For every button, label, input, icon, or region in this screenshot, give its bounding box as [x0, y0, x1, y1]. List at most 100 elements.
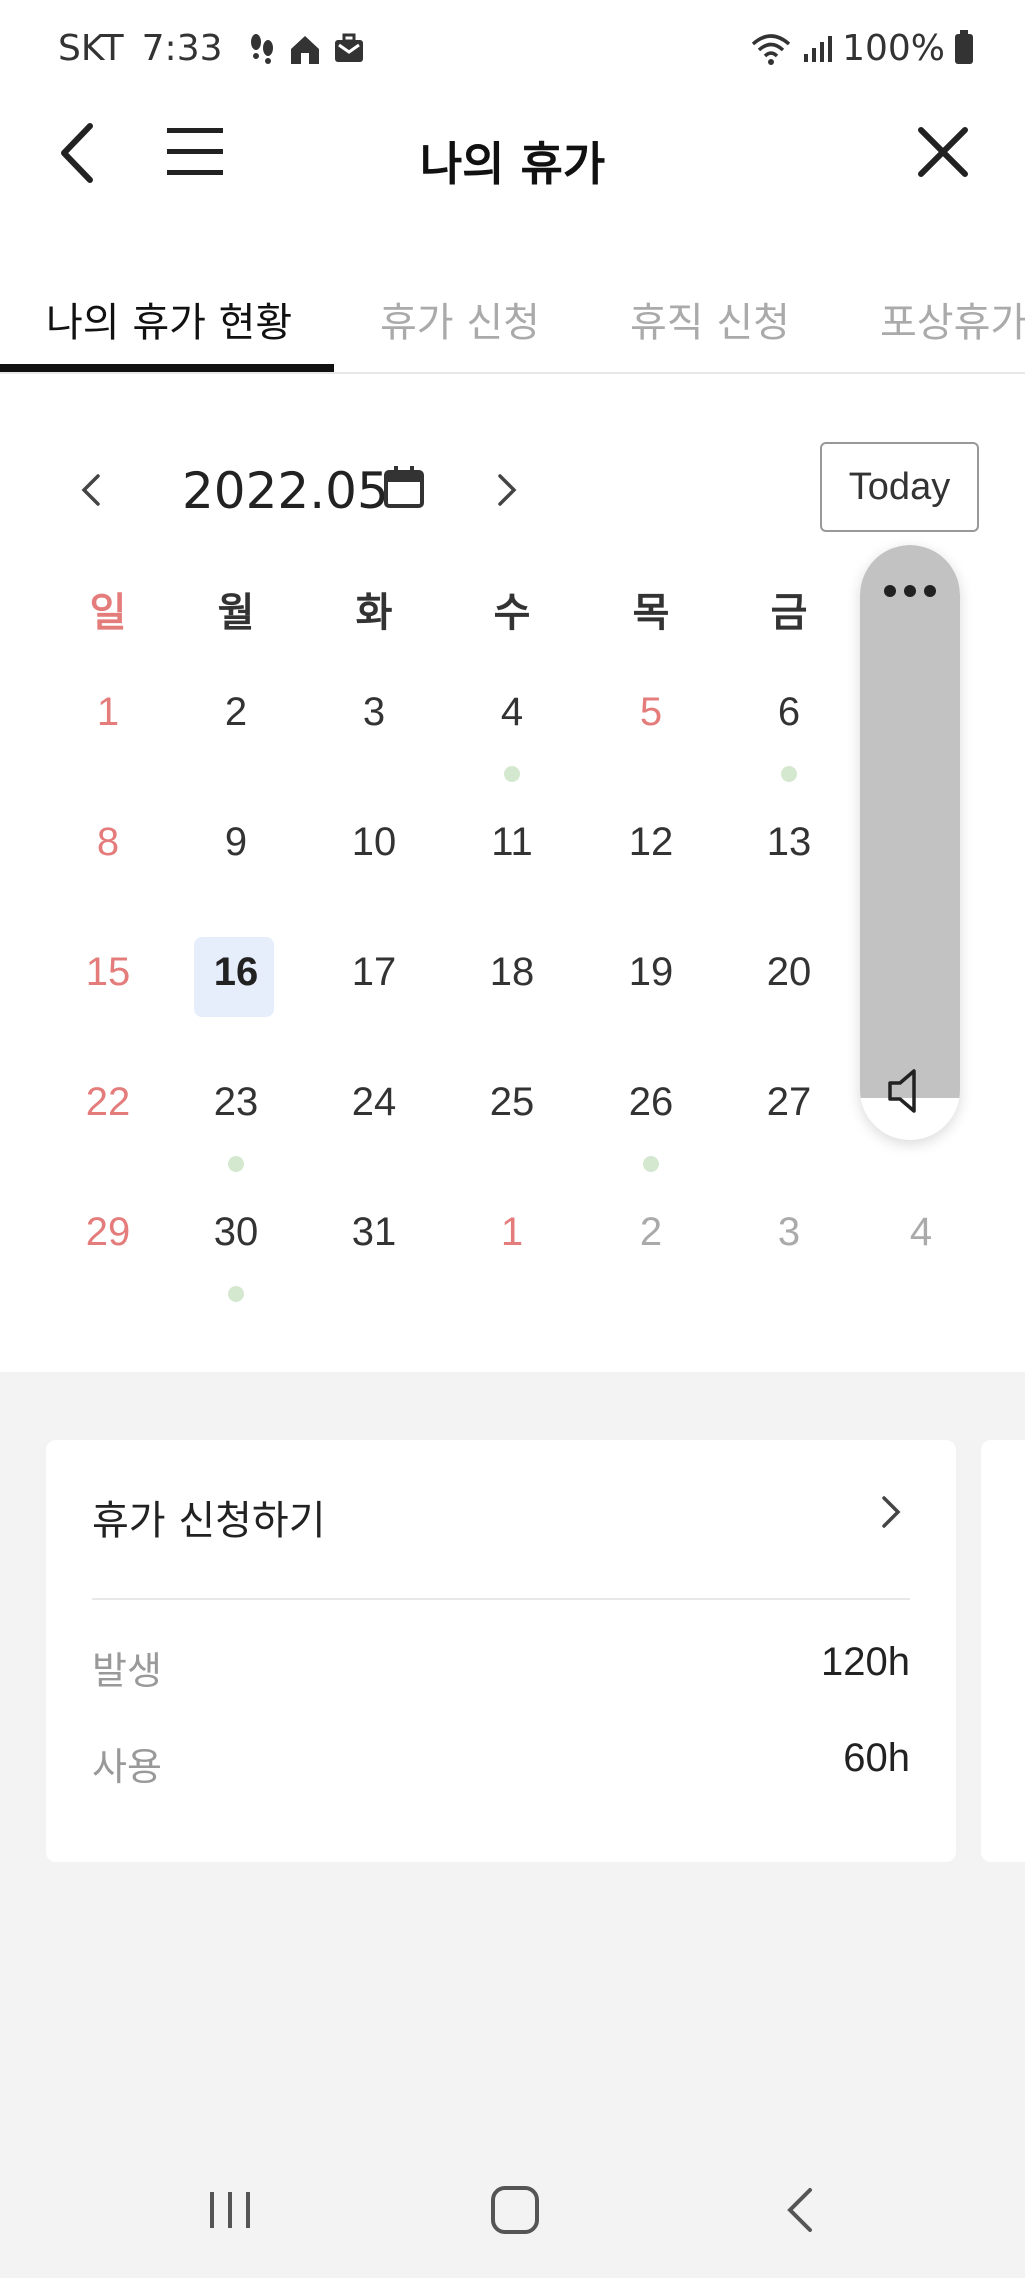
tab-leave-request[interactable]: 휴가 신청	[380, 290, 540, 348]
calendar-day[interactable]: 27	[720, 1050, 858, 1180]
day-number: 24	[351, 1080, 397, 1124]
next-card-peek[interactable]	[981, 1440, 1025, 1862]
calendar-day[interactable]: 1	[443, 1180, 581, 1310]
calendar-day[interactable]: 31	[305, 1180, 443, 1310]
calendar-day[interactable]: 17	[305, 920, 443, 1050]
event-dot	[781, 766, 797, 782]
calendar-day[interactable]: 24	[305, 1050, 443, 1180]
calendar-day[interactable]: 3	[720, 1180, 858, 1310]
app-header: 나의 휴가	[0, 100, 1025, 210]
calendar-day[interactable]: 10	[305, 790, 443, 920]
day-number: 25	[489, 1080, 535, 1124]
clock: 7:33	[141, 28, 223, 69]
calendar-day[interactable]: 5	[582, 660, 720, 790]
day-number: 4	[500, 690, 524, 734]
back-nav-icon[interactable]	[772, 2180, 832, 2240]
close-icon	[918, 127, 968, 177]
chevron-right-icon	[882, 1496, 901, 1528]
prev-month-button[interactable]	[70, 468, 114, 512]
calendar-day[interactable]: 20	[720, 920, 858, 1050]
month-label: 2022.05	[182, 462, 389, 520]
home-icon[interactable]	[485, 2180, 545, 2240]
battery-percent: 100%	[842, 28, 945, 69]
tab-my-leave-status[interactable]: 나의 휴가 현황	[46, 290, 292, 348]
calendar-day[interactable]: 19	[582, 920, 720, 1050]
more-options-icon[interactable]	[882, 585, 938, 601]
calendar-day[interactable]: 12	[582, 790, 720, 920]
status-right: 100%	[750, 28, 973, 69]
day-number: 6	[777, 690, 801, 734]
chevron-right-icon	[498, 474, 517, 506]
calendar-day[interactable]: 18	[443, 920, 581, 1050]
calendar-day-today[interactable]: 16	[167, 920, 305, 1050]
system-nav-bar	[0, 2160, 1025, 2278]
calendar-picker-button[interactable]	[382, 464, 426, 510]
calendar-day[interactable]: 4	[852, 1180, 990, 1310]
signal-icon	[804, 35, 833, 62]
day-number: 31	[351, 1210, 397, 1254]
day-number: 23	[213, 1080, 259, 1124]
day-number: 19	[628, 950, 674, 994]
card-divider	[92, 1598, 910, 1600]
calendar-day[interactable]: 9	[167, 790, 305, 920]
calendar-day[interactable]: 23	[167, 1050, 305, 1180]
weekday-sun: 일	[89, 590, 127, 636]
calendar-day[interactable]: 26	[582, 1050, 720, 1180]
volume-panel[interactable]	[860, 545, 960, 1140]
calendar-day[interactable]: 8	[39, 790, 177, 920]
day-number: 9	[224, 820, 248, 864]
calendar-day[interactable]: 2	[582, 1180, 720, 1310]
status-left: SKT 7:33	[58, 28, 365, 69]
day-number: 2	[639, 1210, 663, 1254]
close-button[interactable]	[913, 122, 973, 182]
weekday-thu: 목	[632, 590, 670, 636]
footsteps-icon	[250, 33, 273, 64]
used-value: 60h	[843, 1736, 910, 1780]
day-number: 10	[351, 820, 397, 864]
day-number: 30	[213, 1210, 259, 1254]
recent-apps-icon[interactable]	[200, 2180, 260, 2240]
calendar-day[interactable]: 11	[443, 790, 581, 920]
calendar-day[interactable]: 1	[39, 660, 177, 790]
carrier-label: SKT	[58, 28, 124, 69]
event-dot	[504, 766, 520, 782]
calendar-day[interactable]: 25	[443, 1050, 581, 1180]
calendar-day[interactable]: 2	[167, 660, 305, 790]
calendar-day[interactable]: 6	[720, 660, 858, 790]
home-people-icon	[290, 35, 319, 64]
weekday-mon: 월	[217, 590, 255, 636]
tab-indicator	[0, 364, 334, 372]
day-number: 22	[85, 1080, 131, 1124]
calendar-day[interactable]: 4	[443, 660, 581, 790]
chevron-left-icon	[81, 474, 100, 506]
day-number: 20	[766, 950, 812, 994]
calendar-day[interactable]: 15	[39, 920, 177, 1050]
day-number: 27	[766, 1080, 812, 1124]
leave-request-card[interactable]: 휴가 신청하기 발생 120h 사용 60h	[46, 1440, 956, 1862]
calendar-day[interactable]: 22	[39, 1050, 177, 1180]
day-number: 3	[777, 1210, 801, 1254]
calendar-day[interactable]: 3	[305, 660, 443, 790]
calendar-day[interactable]: 13	[720, 790, 858, 920]
calendar-icon	[384, 466, 424, 508]
wifi-icon	[751, 33, 791, 65]
tab-absence-request[interactable]: 휴직 신청	[630, 290, 790, 348]
tab-reward-leave[interactable]: 포상휴가	[880, 290, 1025, 348]
day-number: 18	[489, 950, 535, 994]
today-button[interactable]: Today	[820, 442, 979, 532]
page-title: 나의 휴가	[419, 137, 606, 191]
card-title: 휴가 신청하기	[92, 1498, 326, 1544]
calendar-day[interactable]: 29	[39, 1180, 177, 1310]
day-number: 11	[491, 820, 533, 864]
speaker-icon[interactable]	[884, 1065, 936, 1117]
next-month-button[interactable]	[484, 468, 528, 512]
volume-slider-fill[interactable]	[860, 545, 960, 1098]
used-row: 사용 60h	[92, 1736, 910, 1789]
tab-bar: 나의 휴가 현황 휴가 신청 휴직 신청 포상휴가	[0, 270, 1025, 374]
accrued-label: 발생	[92, 1649, 162, 1693]
calendar-day[interactable]: 30	[167, 1180, 305, 1310]
used-label: 사용	[92, 1745, 162, 1789]
day-number: 13	[766, 820, 812, 864]
day-number: 16	[213, 950, 259, 994]
day-number: 12	[628, 820, 674, 864]
